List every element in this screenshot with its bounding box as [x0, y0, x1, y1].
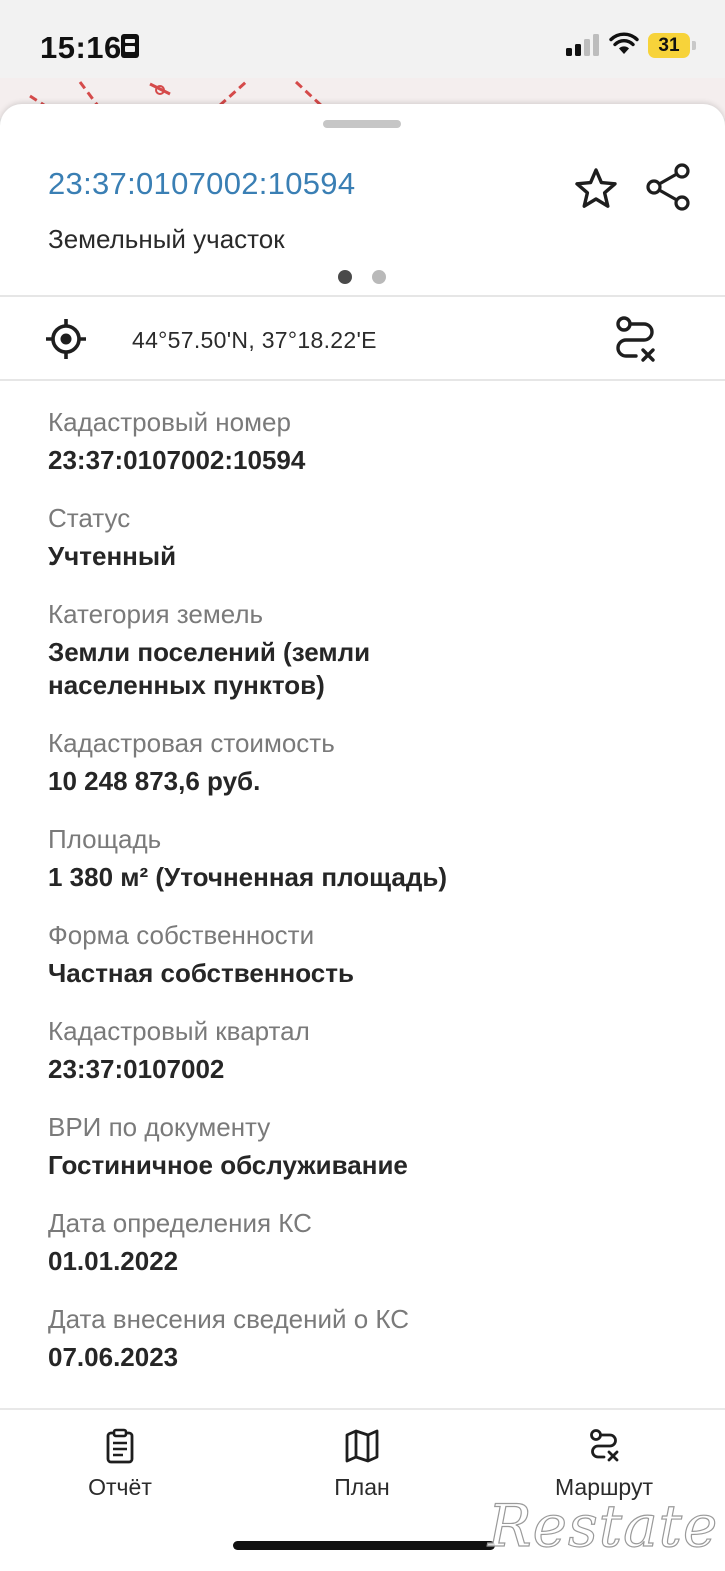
- object-details-sheet: 23:37:0107002:10594 Земельный участок 44…: [0, 104, 725, 1571]
- property-item: ВРИ по документу Гостиничное обслуживани…: [48, 1111, 688, 1182]
- divider: [0, 295, 725, 297]
- coordinates-text[interactable]: 44°57.50'N, 37°18.22'E: [132, 327, 377, 354]
- property-label: Кадастровый квартал: [48, 1016, 310, 1046]
- property-item: Кадастровый квартал 23:37:0107002: [48, 1015, 688, 1086]
- route-icon[interactable]: [610, 314, 660, 366]
- property-value: 01.01.2022: [48, 1246, 179, 1276]
- cellular-signal-icon: [566, 34, 599, 56]
- id-card-icon: [121, 34, 139, 58]
- battery-tip: [692, 41, 696, 50]
- star-icon[interactable]: [572, 166, 620, 212]
- property-value: Частная собственность: [48, 958, 354, 988]
- property-value: 1 380 м² (Уточненная площадь): [48, 862, 448, 892]
- property-label: Форма собственности: [48, 920, 315, 950]
- map-icon: [345, 1429, 379, 1463]
- nav-plan-label: План: [334, 1474, 390, 1500]
- property-value: 07.06.2023: [48, 1342, 179, 1372]
- clock: 15:16: [40, 30, 122, 65]
- page-dot-active[interactable]: [338, 270, 352, 284]
- nav-report-button[interactable]: Отчёт: [40, 1410, 200, 1520]
- battery-indicator: 31: [648, 33, 690, 58]
- restate-watermark: Restate: [487, 1491, 719, 1560]
- sheet-grabber[interactable]: [323, 120, 401, 128]
- cadastral-number-title[interactable]: 23:37:0107002:10594: [48, 166, 355, 202]
- property-item: Категория земель Земли поселений (земли …: [48, 598, 688, 702]
- property-label: Категория земель: [48, 599, 264, 629]
- property-item: Дата определения КС 01.01.2022: [48, 1207, 688, 1278]
- page-indicator: [338, 270, 390, 286]
- properties-list: Кадастровый номер 23:37:0107002:10594 Ст…: [48, 406, 688, 1399]
- property-value: 23:37:0107002:10594: [48, 445, 306, 475]
- wifi-icon: [609, 32, 639, 54]
- property-value: 23:37:0107002: [48, 1054, 225, 1084]
- property-value: Земли поселений (земли населенных пункто…: [48, 637, 371, 700]
- property-value: 10 248 873,6 руб.: [48, 766, 261, 796]
- property-label: Кадастровая стоимость: [48, 728, 335, 758]
- property-label: Кадастровый номер: [48, 407, 291, 437]
- property-item: Форма собственности Частная собственност…: [48, 919, 688, 990]
- property-label: Площадь: [48, 824, 162, 854]
- property-item: Дата внесения сведений о КС 07.06.2023: [48, 1303, 688, 1374]
- property-item: Площадь 1 380 м² (Уточненная площадь): [48, 823, 688, 894]
- property-label: Дата определения КС: [48, 1208, 312, 1238]
- object-type: Земельный участок: [48, 224, 285, 254]
- property-item: Кадастровый номер 23:37:0107002:10594: [48, 406, 688, 477]
- clipboard-icon: [106, 1428, 134, 1464]
- home-indicator[interactable]: [233, 1541, 495, 1550]
- share-icon[interactable]: [644, 162, 692, 212]
- property-item: Статус Учтенный: [48, 502, 688, 573]
- property-label: Статус: [48, 503, 131, 533]
- nav-report-label: Отчёт: [88, 1474, 152, 1500]
- page-dot[interactable]: [372, 270, 386, 284]
- nav-plan-button[interactable]: План: [282, 1410, 442, 1520]
- divider: [0, 379, 725, 381]
- property-label: Дата внесения сведений о КС: [48, 1304, 410, 1334]
- route-icon: [590, 1429, 619, 1462]
- crosshair-icon[interactable]: [44, 317, 88, 361]
- property-value: Гостиничное обслуживание: [48, 1150, 408, 1180]
- property-value: Учтенный: [48, 541, 177, 571]
- property-label: ВРИ по документу: [48, 1112, 271, 1142]
- property-item: Кадастровая стоимость 10 248 873,6 руб.: [48, 727, 688, 798]
